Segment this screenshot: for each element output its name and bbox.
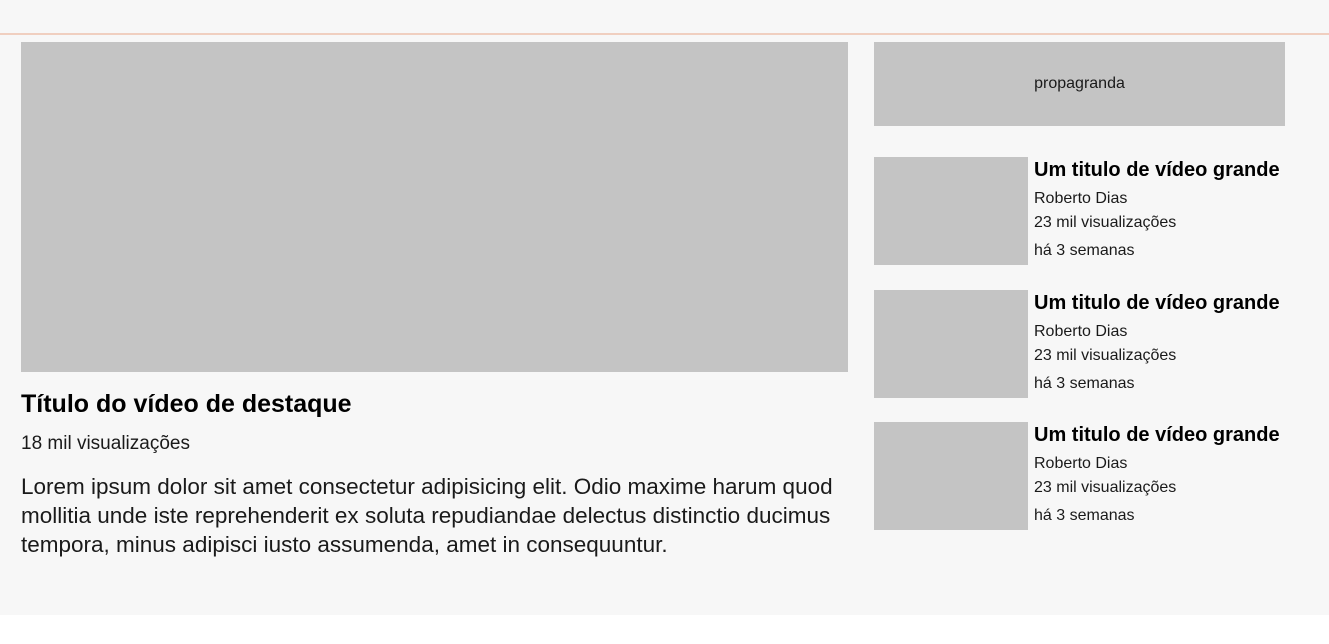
video-card[interactable]: Um titulo de vídeo grande Roberto Dias 2… [874, 422, 1329, 532]
featured-video-title[interactable]: Título do vídeo de destaque [21, 390, 352, 419]
video-channel: Roberto Dias [1034, 323, 1128, 340]
video-age: há 3 semanas [1034, 241, 1135, 259]
video-title[interactable]: Um titulo de vídeo grande [1034, 290, 1326, 315]
video-thumbnail[interactable] [874, 157, 1028, 265]
video-thumbnail[interactable] [874, 290, 1028, 398]
video-title[interactable]: Um titulo de vídeo grande [1034, 157, 1326, 182]
video-card[interactable]: Um titulo de vídeo grande Roberto Dias 2… [874, 157, 1329, 267]
video-views: 23 mil visualizações [1034, 479, 1177, 496]
video-channel: Roberto Dias [1034, 455, 1128, 472]
video-info: Um titulo de vídeo grande Roberto Dias 2… [1034, 422, 1326, 529]
featured-video-views: 18 mil visualizações [21, 433, 190, 454]
top-bar [0, 0, 1329, 35]
video-title[interactable]: Um titulo de vídeo grande [1034, 422, 1326, 447]
featured-video-player[interactable] [21, 42, 848, 372]
ad-banner[interactable]: propagranda [874, 42, 1285, 126]
video-views: 23 mil visualizações [1034, 347, 1177, 364]
video-info: Um titulo de vídeo grande Roberto Dias 2… [1034, 157, 1326, 264]
video-card[interactable]: Um titulo de vídeo grande Roberto Dias 2… [874, 290, 1329, 400]
featured-video-description: Lorem ipsum dolor sit amet consectetur a… [21, 474, 833, 557]
video-thumbnail[interactable] [874, 422, 1028, 530]
video-channel: Roberto Dias [1034, 190, 1128, 207]
video-info: Um titulo de vídeo grande Roberto Dias 2… [1034, 290, 1326, 397]
page: Título do vídeo de destaque 18 mil visua… [0, 0, 1329, 615]
video-views: 23 mil visualizações [1034, 214, 1177, 231]
ad-banner-label: propagranda [1034, 75, 1125, 92]
video-age: há 3 semanas [1034, 506, 1135, 524]
video-age: há 3 semanas [1034, 374, 1135, 392]
